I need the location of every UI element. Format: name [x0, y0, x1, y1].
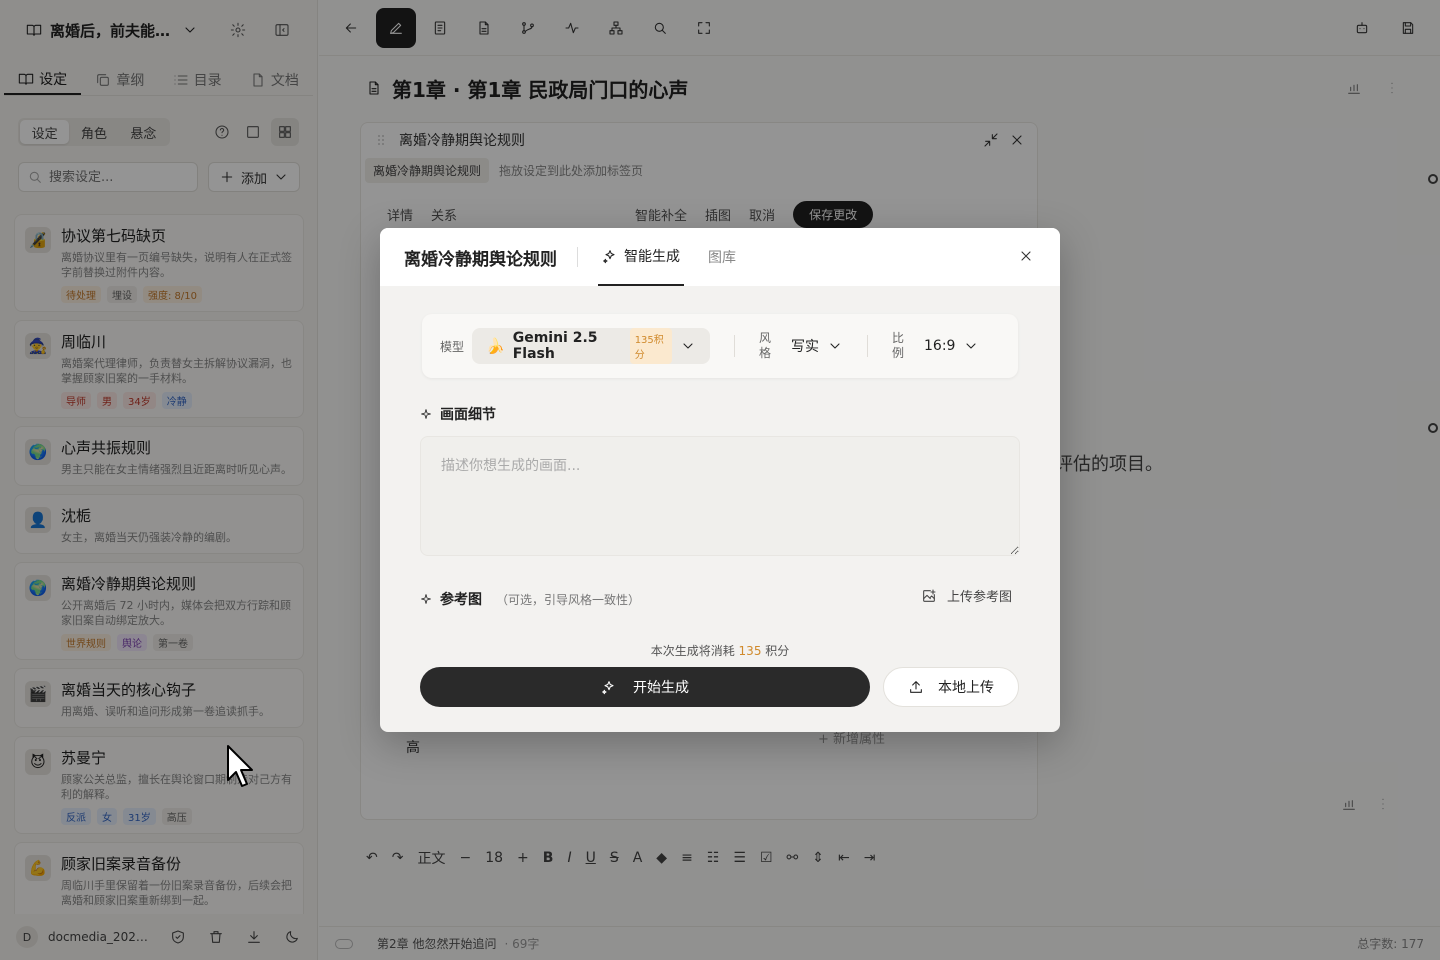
tab-label: 图库	[708, 250, 736, 266]
mouse-cursor-icon	[227, 745, 253, 787]
tab-label: 智能生成	[624, 249, 680, 265]
cost-prefix: 本次生成将消耗	[650, 644, 735, 658]
divider	[867, 335, 869, 357]
upload-reference-label: 上传参考图	[946, 590, 1012, 605]
ratio-value: 16:9	[924, 338, 956, 354]
ratio-label-line: 比	[892, 331, 905, 345]
chevron-down-icon	[963, 338, 979, 354]
style-label-line: 格	[759, 346, 772, 360]
reference-section-title: 参考图 （可选，引导风格一致性）	[420, 589, 640, 609]
dialog-title: 离婚冷静期舆论规则	[404, 249, 557, 270]
tab-gallery[interactable]: 图库	[704, 228, 740, 286]
section-label: 参考图	[440, 592, 482, 608]
model-name: Gemini 2.5 Flash	[512, 330, 598, 362]
chevron-down-icon	[680, 338, 696, 354]
divider	[577, 247, 578, 267]
model-label: 模型	[440, 339, 465, 354]
ratio-label: 比例	[892, 331, 904, 361]
style-label-line: 风	[759, 331, 772, 345]
cost-value: 135	[738, 644, 762, 658]
generation-config: 模型 🍌 Gemini 2.5 Flash 135积分 风格 写实 比例 16:…	[422, 314, 1018, 378]
divider	[734, 335, 736, 357]
local-upload-button[interactable]: 本地上传	[883, 667, 1019, 707]
style-label: 风格	[759, 331, 771, 361]
cost-suffix: 积分	[765, 644, 790, 658]
sparkles-icon	[602, 248, 618, 264]
image-plus-icon	[921, 588, 937, 604]
dialog-header: 离婚冷静期舆论规则 智能生成 图库	[380, 228, 1060, 286]
sparkles-icon	[601, 679, 617, 695]
image-generation-dialog: 离婚冷静期舆论规则 智能生成 图库 模型 🍌 Gemini 2.5 Flash …	[380, 228, 1060, 732]
sparkle-icon	[420, 593, 432, 605]
section-hint: （可选，引导风格一致性）	[496, 592, 641, 607]
close-dialog-button[interactable]	[1018, 248, 1034, 264]
section-label: 画面细节	[440, 407, 496, 423]
model-select[interactable]: 🍌 Gemini 2.5 Flash 135积分	[472, 328, 711, 364]
sparkle-icon	[420, 408, 432, 420]
cost-notice: 本次生成将消耗 135 积分	[380, 642, 1060, 659]
style-value: 写实	[791, 339, 820, 355]
start-generate-button[interactable]: 开始生成	[420, 667, 870, 707]
ratio-select[interactable]: 16:9	[924, 338, 979, 354]
upload-reference-button[interactable]: 上传参考图	[921, 586, 1012, 605]
detail-section-title: 画面细节	[420, 404, 496, 424]
local-upload-label: 本地上传	[938, 680, 994, 696]
banana-icon: 🍌	[486, 337, 505, 355]
chevron-down-icon	[827, 338, 843, 354]
credit-badge: 135积分	[629, 328, 673, 364]
prompt-textarea[interactable]	[420, 436, 1020, 556]
tab-smart-generate[interactable]: 智能生成	[598, 228, 684, 286]
ratio-label-line: 例	[892, 346, 905, 360]
generate-label: 开始生成	[633, 680, 689, 696]
upload-icon	[908, 679, 924, 695]
style-select[interactable]: 写实	[791, 336, 843, 356]
